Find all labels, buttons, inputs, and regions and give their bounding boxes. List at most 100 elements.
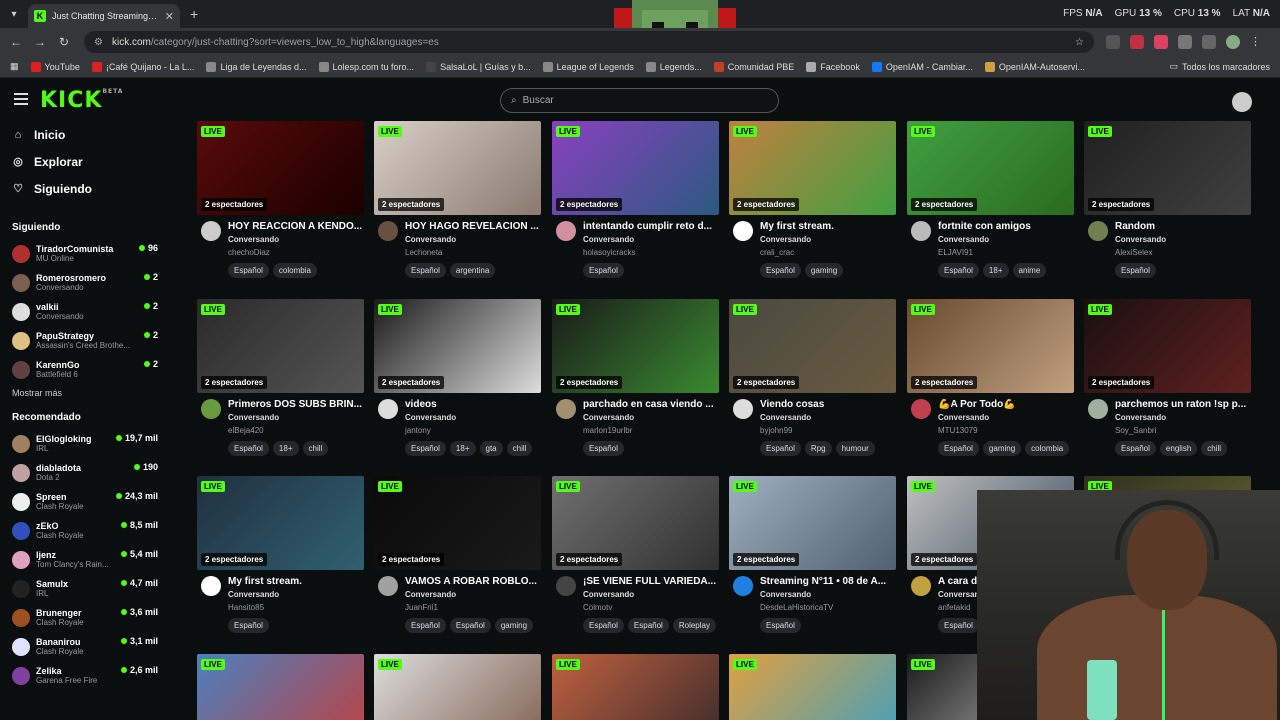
stream-tag[interactable]: Español <box>583 618 624 633</box>
stream-tag[interactable]: Español <box>405 618 446 633</box>
recommended-channel[interactable]: Spreen Clash Royale 24,3 mil <box>0 487 180 516</box>
streamer-name[interactable]: holasoyicracks <box>583 248 635 257</box>
stream-title[interactable]: ¡SE VIENE FULL VARIEDA... <box>583 576 718 587</box>
stream-category[interactable]: Conversando <box>1115 413 1166 422</box>
streamer-avatar[interactable] <box>378 221 398 241</box>
bookmark-item[interactable]: League of Legends <box>542 61 634 72</box>
streamer-avatar[interactable] <box>556 576 576 596</box>
streamer-name[interactable]: DesdeLaHistoricaTV <box>760 603 833 612</box>
forward-icon[interactable]: → <box>28 35 52 49</box>
recommended-channel[interactable]: Zelika Garena Free Fire 2,6 mil <box>0 661 180 690</box>
stream-title[interactable]: HOY REACCION A KENDO... <box>228 221 363 232</box>
stream-thumbnail[interactable]: LIVE2 espectadores <box>197 299 364 393</box>
streamer-avatar[interactable] <box>378 399 398 419</box>
stream-tag[interactable]: Español <box>1115 441 1156 456</box>
stream-tag[interactable]: anime <box>1012 263 1047 278</box>
stream-tag[interactable]: Español <box>938 441 979 456</box>
stream-card[interactable]: LIVE 2 espectadores Primeros DOS SUBS BRIN… <box>197 299 364 469</box>
address-bar[interactable]: ⚙ kick.com/category/just-chatting?sort=v… <box>84 31 1094 53</box>
stream-title[interactable]: My first stream. <box>760 221 895 232</box>
streamer-avatar[interactable] <box>378 576 398 596</box>
recommended-channel[interactable]: zEkO Clash Royale 8,5 mil <box>0 516 180 545</box>
stream-card[interactable]: LIVE 2 espectadores parchemos un raton !sp… <box>1084 299 1251 469</box>
following-channel[interactable]: PapuStrategy Assassin's Creed Brothe... 2 <box>0 326 180 355</box>
stream-tag[interactable]: 18+ <box>982 263 1009 278</box>
stream-tag[interactable]: Español <box>760 618 801 633</box>
stream-card[interactable]: LIVE 2 espectadores VAMOS A ROBAR ROBLO...… <box>374 476 541 646</box>
stream-tag[interactable]: Español <box>760 263 801 278</box>
streamer-name[interactable]: byjohn99 <box>760 426 792 435</box>
stream-thumbnail[interactable]: LIVE2 espectadores <box>374 299 541 393</box>
stream-card[interactable]: LIVE 2 espectadores videos Conversando janto… <box>374 299 541 469</box>
stream-tag[interactable]: Español <box>228 263 269 278</box>
stream-card[interactable]: LIVE 2 espectadores fortnite con amigos Con… <box>907 121 1074 291</box>
streamer-avatar[interactable] <box>556 221 576 241</box>
streamer-avatar[interactable] <box>911 576 931 596</box>
stream-tag[interactable]: argentina <box>449 263 496 278</box>
stream-thumbnail[interactable]: LIVE2 espectadores <box>197 121 364 215</box>
streamer-name[interactable]: AlexiSelex <box>1115 248 1152 257</box>
stream-card[interactable]: LIVE 2 espectadores Random Conversando Alexi… <box>1084 121 1251 291</box>
following-channel[interactable]: Romerosromero Conversando 2 <box>0 268 180 297</box>
show-more-link[interactable]: Mostrar más <box>0 388 180 398</box>
streamer-avatar[interactable] <box>1088 221 1108 241</box>
sidebar-nav-explorar[interactable]: ◎ Explorar <box>0 148 180 175</box>
stream-thumbnail[interactable]: LIVE2 espectadores <box>197 654 364 720</box>
stream-thumbnail[interactable]: LIVE2 espectadores <box>197 476 364 570</box>
following-channel[interactable]: valkii Conversando 2 <box>0 297 180 326</box>
stream-card[interactable]: LIVE 2 espectadores HOY REACCION A KENDO..… <box>197 121 364 291</box>
stream-tag[interactable]: Español <box>228 618 269 633</box>
stream-title[interactable]: HOY HAGO REVELACION ... <box>405 221 540 232</box>
recommended-channel[interactable]: ljenz Tom Clancy's Rain... 5,4 mil <box>0 545 180 574</box>
recommended-channel[interactable]: Samulx IRL 4,7 mil <box>0 574 180 603</box>
stream-category[interactable]: Conversando <box>760 235 811 244</box>
close-tab-icon[interactable]: ✕ <box>165 10 174 23</box>
sidebar-nav-siguiendo[interactable]: ♡ Siguiendo <box>0 175 180 202</box>
stream-tag[interactable]: gta <box>479 441 503 456</box>
bookmark-item[interactable]: SalsaLoL | Guías y b... <box>426 61 531 72</box>
streamer-avatar[interactable] <box>201 576 221 596</box>
reload-icon[interactable]: ↻ <box>52 35 76 49</box>
streamer-avatar[interactable] <box>911 221 931 241</box>
sidebar-nav-inicio[interactable]: ⌂ Inicio <box>0 121 180 148</box>
stream-thumbnail[interactable]: LIVE2 espectadores <box>1084 299 1251 393</box>
streamer-name[interactable]: Colmotv <box>583 603 612 612</box>
stream-title[interactable]: fortnite con amigos <box>938 221 1073 232</box>
recommended-channel[interactable]: diabladota Dota 2 190 <box>0 458 180 487</box>
following-channel[interactable]: KarennGo Battlefield 6 2 <box>0 355 180 384</box>
stream-title[interactable]: 💪A Por Todo💪 <box>938 399 1073 410</box>
stream-thumbnail[interactable]: LIVE2 espectadores <box>1084 121 1251 215</box>
streamer-avatar[interactable] <box>733 576 753 596</box>
stream-tag[interactable]: chill <box>506 441 533 456</box>
streamer-avatar[interactable] <box>733 399 753 419</box>
stream-tag[interactable]: 18+ <box>272 441 299 456</box>
stream-category[interactable]: Conversando <box>583 590 634 599</box>
stream-card[interactable]: LIVE 2 espectadores Streaming N°11 • 08 de… <box>729 476 896 646</box>
stream-title[interactable]: parchemos un raton !sp p... <box>1115 399 1250 410</box>
stream-title[interactable]: intentando cumplir reto d... <box>583 221 718 232</box>
kick-logo[interactable]: KICKBETA <box>40 88 123 113</box>
stream-tag[interactable]: gaming <box>982 441 1022 456</box>
stream-card[interactable]: LIVE 2 espectadores parchado en casa viend… <box>552 299 719 469</box>
stream-tag[interactable]: Español <box>1115 263 1156 278</box>
streamer-name[interactable]: jantony <box>405 426 431 435</box>
stream-thumbnail[interactable]: LIVE2 espectadores <box>729 299 896 393</box>
bookmark-item[interactable]: OpenIAM - Cambiar... <box>871 61 973 72</box>
stream-title[interactable]: videos <box>405 399 540 410</box>
stream-title[interactable]: parchado en casa viendo ... <box>583 399 718 410</box>
stream-tag[interactable]: Español <box>405 263 446 278</box>
stream-category[interactable]: Conversando <box>1115 235 1166 244</box>
streamer-avatar[interactable] <box>556 399 576 419</box>
stream-thumbnail[interactable]: LIVE2 espectadores <box>552 121 719 215</box>
streamer-avatar[interactable] <box>1088 399 1108 419</box>
stream-card[interactable]: LIVE 2 espectadores My first stream. Conver… <box>729 121 896 291</box>
bookmark-item[interactable]: Liga de Leyendas d... <box>206 61 307 72</box>
stream-category[interactable]: Conversando <box>228 413 279 422</box>
stream-card[interactable]: LIVE 2 espectadores ¡SE VIENE FULL VARIEDA… <box>552 476 719 646</box>
bookmark-item[interactable]: Lolesp.com tu foro... <box>318 61 414 72</box>
stream-category[interactable]: Conversando <box>405 590 456 599</box>
hamburger-menu-icon[interactable] <box>14 93 28 105</box>
stream-title[interactable]: Primeros DOS SUBS BRIN... <box>228 399 363 410</box>
following-channel[interactable]: TiradorComunista MU Online 96 <box>0 239 180 268</box>
stream-card[interactable]: LIVE 2 espectadores 💪A Por Todo💪 Conversand… <box>907 299 1074 469</box>
